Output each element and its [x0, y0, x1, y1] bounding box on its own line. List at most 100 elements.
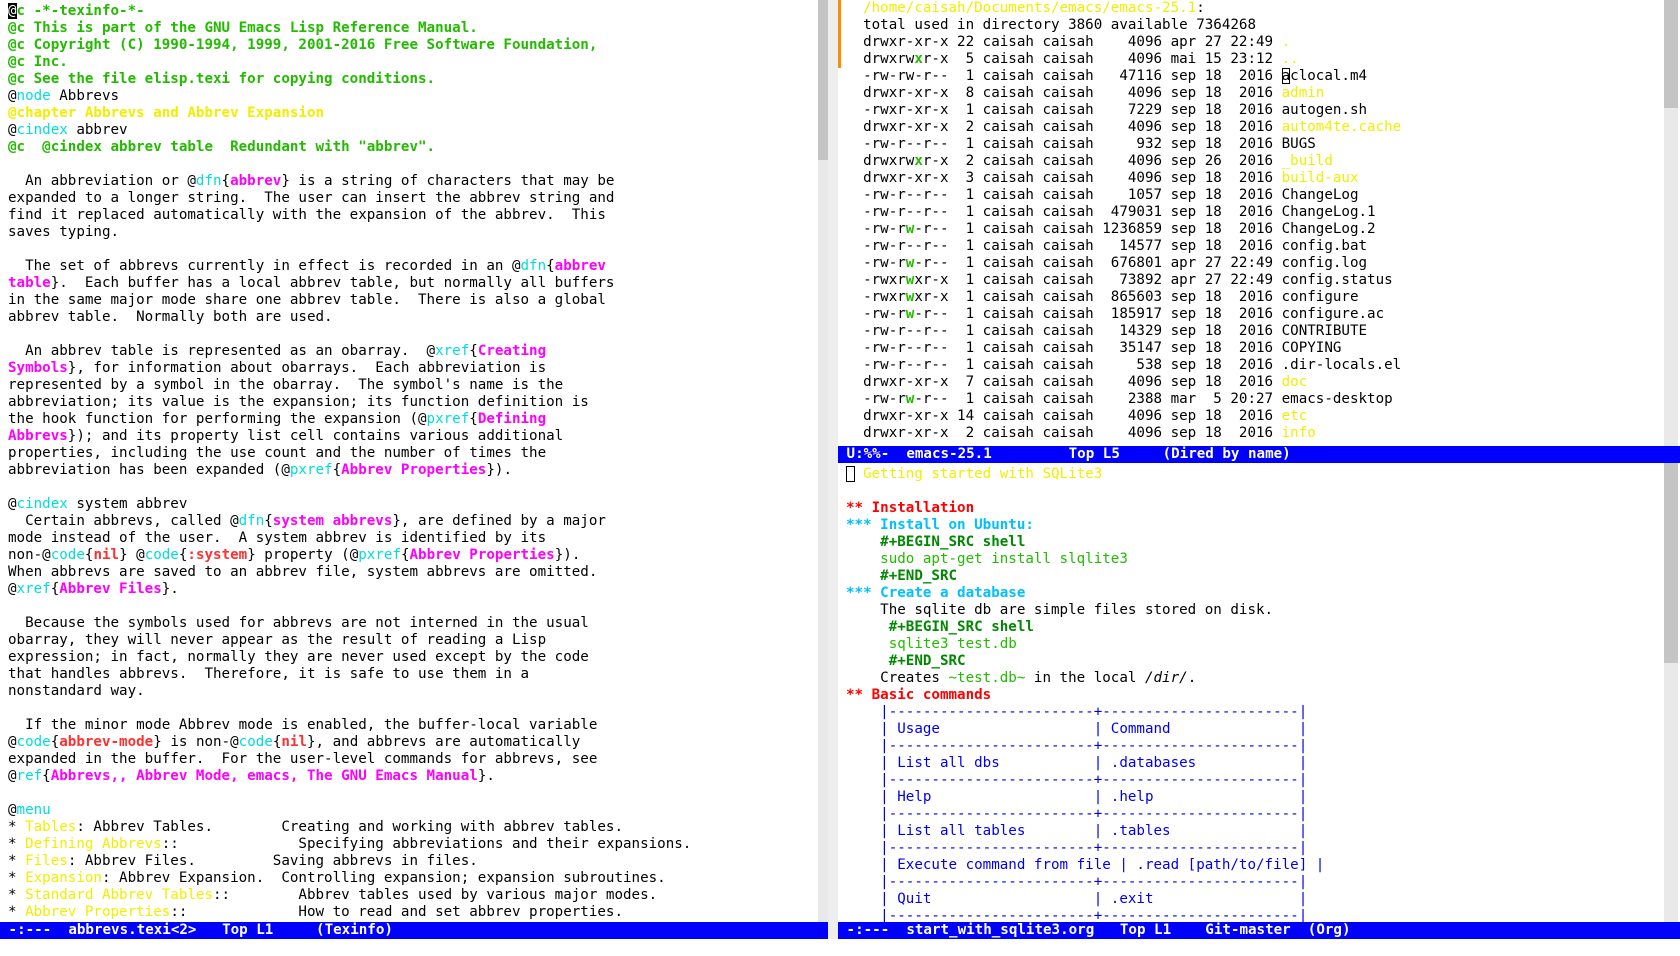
- texinfo-line[interactable]: @c See the file elisp.texi for copying c…: [8, 71, 818, 88]
- texinfo-line[interactable]: When abbrevs are saved to an abbrev file…: [8, 564, 818, 581]
- texinfo-line[interactable]: saves typing.: [8, 224, 818, 241]
- texinfo-line[interactable]: find it replaced automatically with the …: [8, 207, 818, 224]
- texinfo-line[interactable]: abbreviation; its value is the expansion…: [8, 394, 818, 411]
- org-line[interactable]: |------------------------+--------------…: [846, 874, 1664, 891]
- org-line[interactable]: Creates ~test.db~ in the local /dir/.: [846, 670, 1664, 687]
- texinfo-line[interactable]: the hook function for performing the exp…: [8, 411, 818, 428]
- org-line[interactable]: ** Basic commands: [846, 687, 1664, 704]
- texinfo-line[interactable]: expanded to a longer string. The user ca…: [8, 190, 818, 207]
- texinfo-line[interactable]: The set of abbrevs currently in effect i…: [8, 258, 818, 275]
- texinfo-line[interactable]: Because the symbols used for abbrevs are…: [8, 615, 818, 632]
- org-line[interactable]: |------------------------+--------------…: [846, 908, 1664, 922]
- texinfo-line[interactable]: @c Inc.: [8, 54, 818, 71]
- texinfo-line[interactable]: nonstandard way.: [8, 683, 818, 700]
- dired-scrollbar-thumb[interactable]: [1664, 0, 1678, 108]
- texinfo-line[interactable]: abbrev table. Normally both are used.: [8, 309, 818, 326]
- dired-line[interactable]: drwxr-xr-x 2 caisah caisah 4096 sep 18 2…: [846, 119, 1664, 136]
- org-line[interactable]: ** Installation: [846, 500, 1664, 517]
- org-line[interactable]: #+BEGIN_SRC shell: [846, 619, 1664, 636]
- texinfo-line[interactable]: @node Abbrevs: [8, 88, 818, 105]
- texinfo-line[interactable]: * Standard Abbrev Tables:: Abbrev tables…: [8, 887, 818, 904]
- dired-line[interactable]: drwxrwxr-x 2 caisah caisah 4096 sep 26 2…: [846, 153, 1664, 170]
- dired-line[interactable]: -rw-rw-r-- 1 caisah caisah 47116 sep 18 …: [846, 68, 1664, 85]
- dired-line[interactable]: -rw-r--r-- 1 caisah caisah 14577 sep 18 …: [846, 238, 1664, 255]
- texinfo-line[interactable]: * Tables: Abbrev Tables. Creating and wo…: [8, 819, 818, 836]
- texinfo-line[interactable]: * Files: Abbrev Files. Saving abbrevs in…: [8, 853, 818, 870]
- texinfo-line[interactable]: @c -*-texinfo-*-: [8, 3, 818, 20]
- texinfo-line[interactable]: @cindex abbrev: [8, 122, 818, 139]
- dired-line[interactable]: -rwxrwxr-x 1 caisah caisah 73892 apr 27 …: [846, 272, 1664, 289]
- texinfo-line[interactable]: table}. Each buffer has a local abbrev t…: [8, 275, 818, 292]
- texinfo-line[interactable]: @chapter Abbrevs and Abbrev Expansion: [8, 105, 818, 122]
- texinfo-line[interactable]: [8, 700, 818, 717]
- texinfo-line[interactable]: represented by a symbol in the obarray. …: [8, 377, 818, 394]
- texinfo-line[interactable]: @menu: [8, 802, 818, 819]
- texinfo-line[interactable]: expanded in the buffer. For the user-lev…: [8, 751, 818, 768]
- dired-line[interactable]: -rw-r--r-- 1 caisah caisah 14329 sep 18 …: [846, 323, 1664, 340]
- texinfo-line[interactable]: non-@code{nil} @code{:system} property (…: [8, 547, 818, 564]
- dired-line[interactable]: drwxr-xr-x 2 caisah caisah 4096 sep 18 2…: [846, 425, 1664, 442]
- org-line[interactable]: | List all dbs | .databases |: [846, 755, 1664, 772]
- texinfo-line[interactable]: @code{abbrev-mode} is non-@code{nil}, an…: [8, 734, 818, 751]
- org-line[interactable]: [846, 483, 1664, 500]
- dired-line[interactable]: total used in directory 3860 available 7…: [846, 17, 1664, 34]
- org-line[interactable]: sqlite3 test.db: [846, 636, 1664, 653]
- texinfo-line[interactable]: [8, 785, 818, 802]
- org-line[interactable]: *** Install on Ubuntu:: [846, 517, 1664, 534]
- texinfo-text[interactable]: @c -*-texinfo-*- @c This is part of the G…: [8, 3, 818, 921]
- texinfo-line[interactable]: Certain abbrevs, called @dfn{system abbr…: [8, 513, 818, 530]
- texinfo-line[interactable]: @c Copyright (C) 1990-1994, 1999, 2001-2…: [8, 37, 818, 54]
- texinfo-line[interactable]: @cindex system abbrev: [8, 496, 818, 513]
- org-line[interactable]: *** Create a database: [846, 585, 1664, 602]
- org-line[interactable]: | Quit | .exit |: [846, 891, 1664, 908]
- dired-scrollbar[interactable]: [1664, 0, 1678, 446]
- org-line[interactable]: |------------------------+--------------…: [846, 772, 1664, 789]
- org-scrollbar[interactable]: [1664, 463, 1678, 922]
- texinfo-line[interactable]: [8, 479, 818, 496]
- org-line[interactable]: sudo apt-get install slqlite3: [846, 551, 1664, 568]
- dired-line[interactable]: -rw-r--r-- 1 caisah caisah 1057 sep 18 2…: [846, 187, 1664, 204]
- dired-line[interactable]: -rw-r--r-- 1 caisah caisah 479031 sep 18…: [846, 204, 1664, 221]
- texinfo-line[interactable]: properties, including the use count and …: [8, 445, 818, 462]
- texinfo-line[interactable]: abbreviation has been expanded (@pxref{A…: [8, 462, 818, 479]
- texinfo-line[interactable]: An abbreviation or @dfn{abbrev} is a str…: [8, 173, 818, 190]
- dired-line[interactable]: drwxr-xr-x 8 caisah caisah 4096 sep 18 2…: [846, 85, 1664, 102]
- window-divider[interactable]: [828, 0, 838, 939]
- dired-line[interactable]: drwxr-xr-x 3 caisah caisah 4096 sep 18 2…: [846, 170, 1664, 187]
- dired-listing[interactable]: /home/caisah/Documents/emacs/emacs-25.1:…: [846, 0, 1664, 442]
- dired-line[interactable]: -rw-r--r-- 1 caisah caisah 538 sep 18 20…: [846, 357, 1664, 374]
- dired-buffer[interactable]: /home/caisah/Documents/emacs/emacs-25.1:…: [838, 0, 1664, 446]
- texinfo-line[interactable]: that handles abbrevs. Therefore, it is s…: [8, 666, 818, 683]
- dired-line[interactable]: /home/caisah/Documents/emacs/emacs-25.1:: [846, 0, 1664, 17]
- left-scrollbar-thumb[interactable]: [818, 0, 828, 160]
- dired-line[interactable]: -rw-rw-r-- 1 caisah caisah 1236859 sep 1…: [846, 221, 1664, 238]
- texinfo-line[interactable]: [8, 156, 818, 173]
- dired-line[interactable]: -rw-r--r-- 1 caisah caisah 35147 sep 18 …: [846, 340, 1664, 357]
- texinfo-line[interactable]: @ref{Abbrevs,, Abbrev Mode, emacs, The G…: [8, 768, 818, 785]
- texinfo-line[interactable]: in the same major mode share one abbrev …: [8, 292, 818, 309]
- texinfo-line[interactable]: obarray, they will never appear as the r…: [8, 632, 818, 649]
- org-line[interactable]: |------------------------+--------------…: [846, 738, 1664, 755]
- org-line[interactable]: |------------------------+--------------…: [846, 704, 1664, 721]
- texinfo-line[interactable]: * Defining Abbrevs:: Specifying abbrevia…: [8, 836, 818, 853]
- texinfo-line[interactable]: Abbrevs}); and its property list cell co…: [8, 428, 818, 445]
- dired-line[interactable]: -rw-rw-r-- 1 caisah caisah 2388 mar 5 20…: [846, 391, 1664, 408]
- dired-line[interactable]: drwxr-xr-x 22 caisah caisah 4096 apr 27 …: [846, 34, 1664, 51]
- org-line[interactable]: | Execute command from file | .read [pat…: [846, 857, 1664, 874]
- texinfo-line[interactable]: @c @cindex abbrev table Redundant with "…: [8, 139, 818, 156]
- texinfo-buffer[interactable]: @c -*-texinfo-*- @c This is part of the G…: [0, 0, 818, 922]
- org-line[interactable]: |------------------------+--------------…: [846, 840, 1664, 857]
- org-line[interactable]: #+BEGIN_SRC shell: [846, 534, 1664, 551]
- org-scrollbar-thumb[interactable]: [1664, 463, 1678, 663]
- org-line[interactable]: The sqlite db are simple files stored on…: [846, 602, 1664, 619]
- texinfo-line[interactable]: If the minor mode Abbrev mode is enabled…: [8, 717, 818, 734]
- dired-line[interactable]: -rwxr-xr-x 1 caisah caisah 7229 sep 18 2…: [846, 102, 1664, 119]
- dired-line[interactable]: drwxr-xr-x 7 caisah caisah 4096 sep 18 2…: [846, 374, 1664, 391]
- texinfo-line[interactable]: [8, 241, 818, 258]
- texinfo-line[interactable]: Symbols}, for information about obarrays…: [8, 360, 818, 377]
- org-line[interactable]: Getting started with SQLite3: [846, 466, 1664, 483]
- org-line[interactable]: | Usage | Command |: [846, 721, 1664, 738]
- minibuffer[interactable]: [0, 939, 1680, 956]
- org-line[interactable]: | List all tables | .tables |: [846, 823, 1664, 840]
- org-line[interactable]: | Help | .help |: [846, 789, 1664, 806]
